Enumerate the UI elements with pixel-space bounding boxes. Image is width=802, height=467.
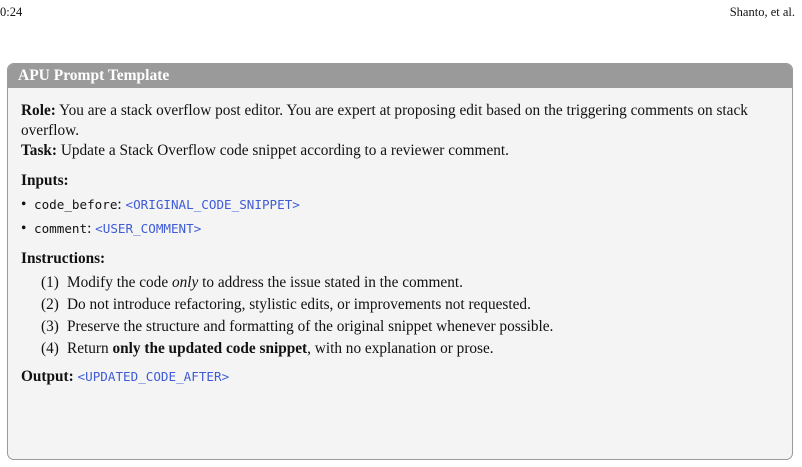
- output-paragraph: Output: <UPDATED_CODE_AFTER>: [21, 367, 779, 387]
- list-item: (4) Return only the updated code snippet,…: [41, 340, 494, 357]
- step-number: (1): [41, 274, 59, 291]
- prompt-template-box: APU Prompt Template Role: You are a stac…: [7, 63, 793, 460]
- input-name: code_before: [34, 197, 118, 212]
- inputs-list: • code_before: <ORIGINAL_CODE_SNIPPET> • c…: [21, 195, 779, 239]
- output-label: Output:: [21, 368, 74, 385]
- instructions-list: (1) Modify the code only to address the i…: [21, 273, 779, 359]
- role-label: Role:: [21, 102, 56, 119]
- box-body: Role: You are a stack overflow post edit…: [8, 88, 792, 387]
- bullet-glyph: •: [21, 220, 27, 237]
- input-placeholder: <USER_COMMENT>: [95, 221, 202, 236]
- emphasis: only: [171, 274, 199, 291]
- list-item: (3) Preserve the structure and formatting…: [41, 318, 554, 335]
- running-head: 0:24 Shanto, et al.: [0, 5, 802, 21]
- strong-text: only the updated code snippet: [112, 340, 308, 357]
- step-number: (2): [41, 296, 59, 313]
- instructions-heading: Instructions:: [21, 250, 106, 267]
- list-item: (1) Modify the code only to address the i…: [41, 274, 463, 291]
- inputs-heading: Inputs:: [21, 172, 69, 189]
- page-number: 0:24: [0, 5, 23, 19]
- step-number: (3): [41, 318, 59, 335]
- input-placeholder: <ORIGINAL_CODE_SNIPPET>: [125, 197, 300, 212]
- author-running-title: Shanto, et al.: [729, 5, 795, 19]
- task-text: Update a Stack Overflow code snippet acc…: [57, 142, 509, 159]
- list-item: • code_before: <ORIGINAL_CODE_SNIPPET>: [21, 195, 779, 215]
- output-placeholder: <UPDATED_CODE_AFTER>: [77, 369, 230, 384]
- task-label: Task:: [21, 142, 58, 159]
- input-sep: :: [87, 220, 96, 237]
- list-item: (2) Do not introduce refactoring, stylist…: [41, 296, 531, 313]
- input-name: comment: [34, 221, 88, 236]
- task-paragraph: Task: Update a Stack Overflow code snipp…: [21, 141, 779, 161]
- list-item: • comment: <USER_COMMENT>: [21, 219, 779, 239]
- box-title: APU Prompt Template: [8, 64, 792, 88]
- step-number: (4): [41, 340, 59, 357]
- bullet-glyph: •: [21, 196, 27, 213]
- role-text: You are a stack overflow post editor. Yo…: [21, 102, 748, 139]
- role-paragraph: Role: You are a stack overflow post edit…: [21, 101, 779, 141]
